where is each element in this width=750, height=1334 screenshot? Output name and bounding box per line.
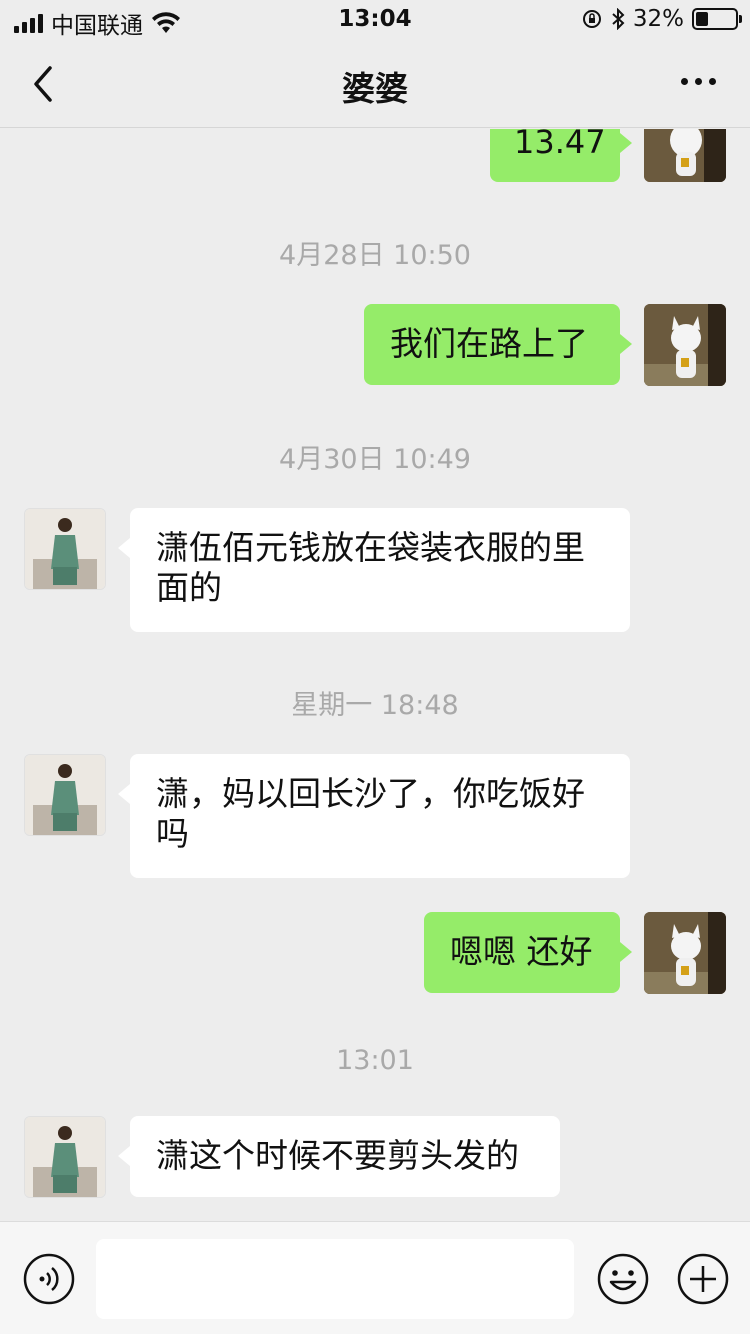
message-bubble-outgoing[interactable]: 嗯嗯 还好 (424, 912, 632, 993)
message-timestamp: 4月30日 10:49 (279, 444, 471, 475)
message-bubble-incoming[interactable]: 潇这个时候不要剪头发的 (118, 1116, 560, 1197)
my-avatar[interactable] (644, 129, 726, 182)
message-bubble-outgoing[interactable]: 我们在路上了 (364, 304, 632, 385)
message-bubble-incoming[interactable]: 潇伍佰元钱放在袋装衣服的里面的 (118, 508, 630, 632)
message-text: 潇，妈以回长沙了，你吃饭好吗 (156, 774, 585, 853)
message-text: 嗯嗯 还好 (450, 932, 593, 971)
message-bubble-outgoing[interactable]: 13.47 (490, 129, 632, 182)
contact-avatar[interactable] (24, 1116, 106, 1198)
cat-figure-icon (644, 304, 726, 386)
battery-percent: 32% (632, 6, 684, 32)
message-text: 我们在路上了 (390, 324, 588, 363)
battery-icon (692, 8, 742, 30)
input-bar (0, 1221, 750, 1334)
status-bar: 中国联通 13:04 32% (0, 0, 750, 40)
woman-photo-icon (25, 509, 105, 589)
message-text: 潇这个时候不要剪头发的 (156, 1136, 519, 1175)
message-timestamp: 星期一 18:48 (291, 690, 459, 721)
battery-fill (696, 12, 708, 26)
message-text: 13.47 (514, 129, 606, 161)
status-right: 32% (581, 6, 742, 32)
woman-photo-icon (25, 1117, 105, 1197)
chat-title: 婆婆 (342, 69, 408, 108)
plus-icon[interactable] (676, 1252, 730, 1306)
emoji-icon[interactable] (596, 1252, 650, 1306)
bluetooth-icon (612, 8, 625, 30)
chat-area[interactable]: 13.47 4月28日 10:50 我们在路上了 4月30日 10:49 潇伍佰… (0, 129, 750, 1221)
woman-photo-icon (25, 755, 105, 835)
message-input[interactable] (96, 1239, 574, 1319)
message-text: 潇伍佰元钱放在袋装衣服的里面的 (156, 528, 585, 607)
my-avatar[interactable] (644, 304, 726, 386)
cat-figure-icon (644, 129, 726, 182)
orientation-lock-icon (582, 10, 601, 28)
message-timestamp: 4月28日 10:50 (279, 240, 471, 271)
nav-bar: 婆婆 (0, 40, 750, 128)
message-timestamp: 13:01 (336, 1045, 414, 1076)
cat-figure-icon (644, 912, 726, 994)
more-icon[interactable] (681, 78, 716, 85)
contact-avatar[interactable] (24, 754, 106, 836)
contact-avatar[interactable] (24, 508, 106, 590)
my-avatar[interactable] (644, 912, 726, 994)
message-bubble-incoming[interactable]: 潇，妈以回长沙了，你吃饭好吗 (118, 754, 630, 878)
voice-icon[interactable] (22, 1252, 76, 1306)
